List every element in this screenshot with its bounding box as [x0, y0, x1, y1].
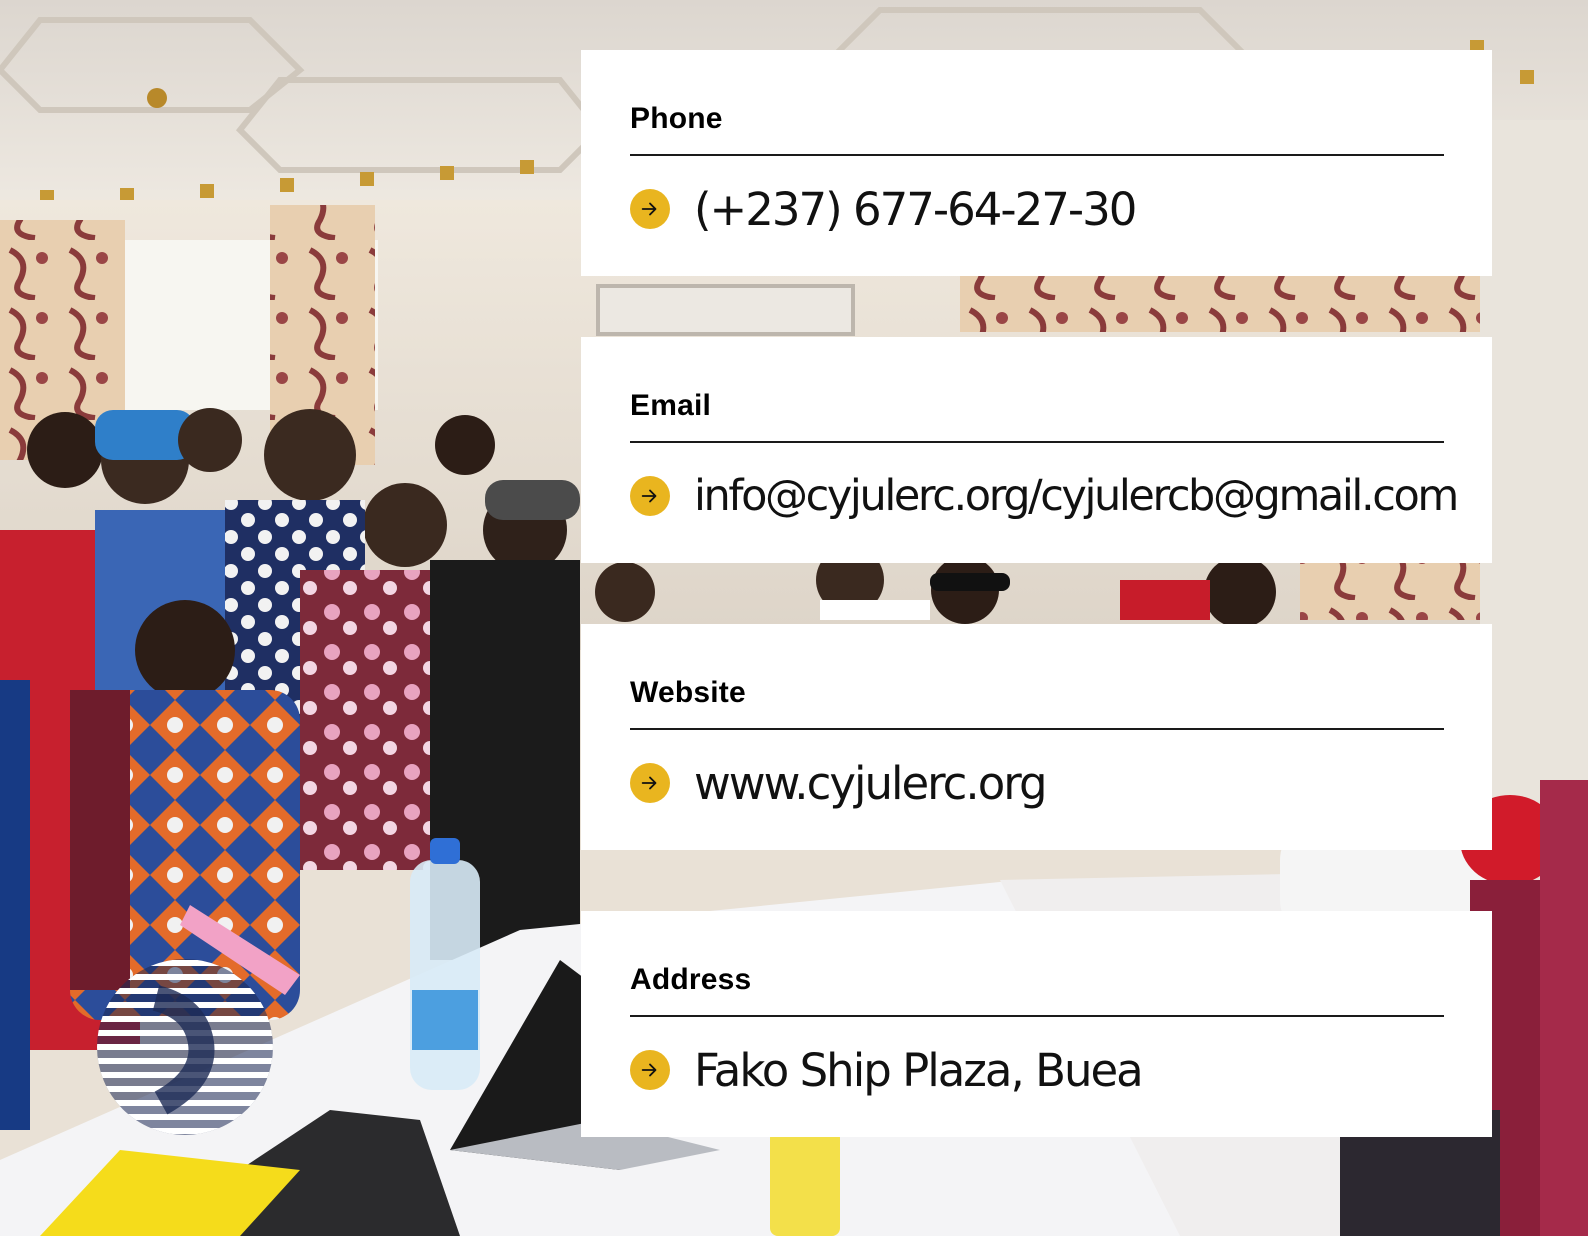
striped-circle-logo-icon: [96, 958, 274, 1136]
website-row[interactable]: www.cyjulerc.org: [630, 748, 1048, 818]
address-label: Address: [630, 963, 752, 996]
email-value[interactable]: info@cyjulerc.org/cyjulercb@gmail.com: [694, 471, 1459, 521]
arrow-right-icon: [630, 1050, 670, 1090]
phone-row[interactable]: (+237) 677-64-27-30: [630, 174, 1137, 244]
phone-label: Phone: [630, 102, 723, 135]
address-card: Address Fako Ship Plaza, Buea: [581, 911, 1492, 1137]
website-label: Website: [630, 676, 746, 709]
divider: [630, 728, 1444, 730]
email-row[interactable]: info@cyjulerc.org/cyjulercb@gmail.com: [630, 461, 1459, 531]
divider: [630, 154, 1444, 156]
address-value[interactable]: Fako Ship Plaza, Buea: [694, 1044, 1144, 1097]
website-value[interactable]: www.cyjulerc.org: [694, 757, 1048, 810]
arrow-right-icon: [630, 189, 670, 229]
divider: [630, 1015, 1444, 1017]
arrow-right-icon: [630, 763, 670, 803]
divider: [630, 441, 1444, 443]
email-card: Email info@cyjulerc.org/cyjulercb@gmail.…: [581, 337, 1492, 563]
address-row[interactable]: Fako Ship Plaza, Buea: [630, 1035, 1144, 1105]
contact-page: Phone (+237) 677-64-27-30 Email info@cyj…: [0, 0, 1588, 1236]
arrow-right-icon: [630, 476, 670, 516]
website-card: Website www.cyjulerc.org: [581, 624, 1492, 850]
phone-card: Phone (+237) 677-64-27-30: [581, 50, 1492, 276]
phone-value[interactable]: (+237) 677-64-27-30: [694, 183, 1137, 236]
email-label: Email: [630, 389, 712, 422]
